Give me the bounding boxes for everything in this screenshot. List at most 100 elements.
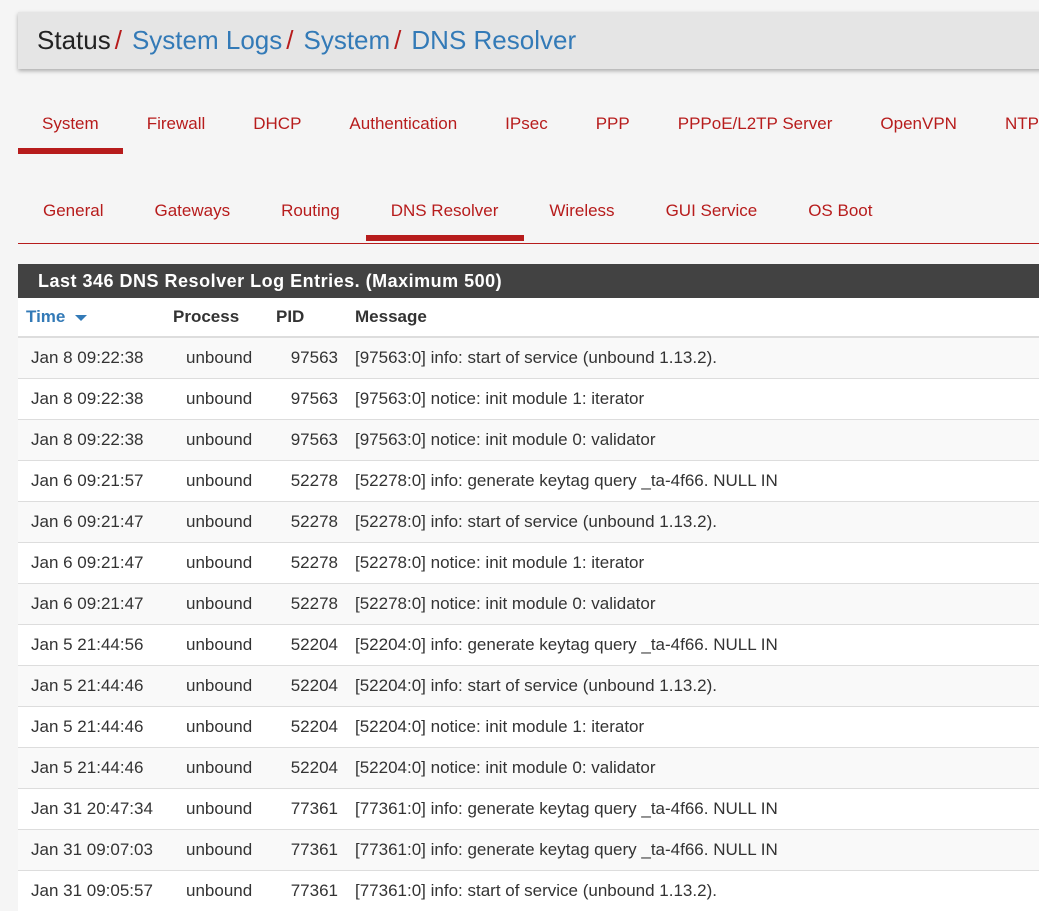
tab-pppoe-l2tp-server[interactable]: PPPoE/L2TP Server <box>654 114 857 134</box>
cell-process: unbound <box>173 543 276 584</box>
column-time-label: Time <box>26 307 65 326</box>
breadcrumb: Status/System Logs/System/DNS Resolver <box>18 12 1039 69</box>
column-pid[interactable]: PID <box>276 298 355 337</box>
cell-message: [77361:0] info: generate keytag query _t… <box>355 830 1039 871</box>
cell-process: unbound <box>173 625 276 666</box>
table-row: Jan 5 21:44:46unbound52204[52204:0] info… <box>18 666 1039 707</box>
subtab-general[interactable]: General <box>18 201 129 221</box>
log-panel: Last 346 DNS Resolver Log Entries. (Maxi… <box>18 264 1039 911</box>
cell-pid: 77361 <box>276 789 355 830</box>
cell-time: Jan 31 09:05:57 <box>18 871 173 911</box>
cell-message: [97563:0] notice: init module 1: iterato… <box>355 379 1039 420</box>
cell-pid: 97563 <box>276 337 355 379</box>
cell-message: [52278:0] notice: init module 1: iterato… <box>355 543 1039 584</box>
breadcrumb-system[interactable]: System <box>303 25 390 55</box>
cell-message: [77361:0] info: start of service (unboun… <box>355 871 1039 911</box>
tab-firewall[interactable]: Firewall <box>123 114 230 134</box>
cell-pid: 52278 <box>276 502 355 543</box>
cell-message: [52278:0] info: generate keytag query _t… <box>355 461 1039 502</box>
cell-time: Jan 8 09:22:38 <box>18 379 173 420</box>
cell-process: unbound <box>173 584 276 625</box>
tab-authentication[interactable]: Authentication <box>325 114 481 134</box>
cell-process: unbound <box>173 337 276 379</box>
cell-message: [97563:0] notice: init module 0: validat… <box>355 420 1039 461</box>
cell-message: [52204:0] info: start of service (unboun… <box>355 666 1039 707</box>
cell-pid: 77361 <box>276 871 355 911</box>
breadcrumb-separator: / <box>115 25 122 55</box>
cell-pid: 52204 <box>276 748 355 789</box>
cell-time: Jan 5 21:44:46 <box>18 748 173 789</box>
cell-process: unbound <box>173 707 276 748</box>
breadcrumb-separator: / <box>286 25 293 55</box>
table-row: Jan 6 09:21:47unbound52278[52278:0] noti… <box>18 584 1039 625</box>
cell-process: unbound <box>173 871 276 911</box>
cell-time: Jan 6 09:21:47 <box>18 543 173 584</box>
cell-pid: 97563 <box>276 379 355 420</box>
tab-ppp[interactable]: PPP <box>572 114 654 134</box>
cell-pid: 52204 <box>276 707 355 748</box>
cell-process: unbound <box>173 830 276 871</box>
cell-process: unbound <box>173 420 276 461</box>
cell-time: Jan 8 09:22:38 <box>18 337 173 379</box>
subtab-gateways[interactable]: Gateways <box>129 201 256 221</box>
breadcrumb-separator: / <box>394 25 401 55</box>
log-table: Time Process PID Message Jan 8 09:22:38u… <box>18 298 1039 911</box>
cell-pid: 97563 <box>276 420 355 461</box>
table-row: Jan 31 20:47:34unbound77361[77361:0] inf… <box>18 789 1039 830</box>
subtab-routing[interactable]: Routing <box>256 201 366 221</box>
table-row: Jan 6 09:21:57unbound52278[52278:0] info… <box>18 461 1039 502</box>
tab-ipsec[interactable]: IPsec <box>481 114 572 134</box>
breadcrumb-system-logs[interactable]: System Logs <box>132 25 282 55</box>
table-row: Jan 6 09:21:47unbound52278[52278:0] noti… <box>18 543 1039 584</box>
log-subtabs: GeneralGatewaysRoutingDNS ResolverWirele… <box>18 201 1039 244</box>
breadcrumb-status: Status <box>37 25 111 55</box>
table-row: Jan 8 09:22:38unbound97563[97563:0] noti… <box>18 420 1039 461</box>
table-row: Jan 31 09:07:03unbound77361[77361:0] inf… <box>18 830 1039 871</box>
cell-process: unbound <box>173 748 276 789</box>
table-row: Jan 31 09:05:57unbound77361[77361:0] inf… <box>18 871 1039 911</box>
cell-process: unbound <box>173 666 276 707</box>
subtab-dns-resolver[interactable]: DNS Resolver <box>366 201 525 221</box>
tab-openvpn[interactable]: OpenVPN <box>856 114 981 134</box>
cell-time: Jan 31 20:47:34 <box>18 789 173 830</box>
column-time[interactable]: Time <box>18 298 173 337</box>
caret-down-icon <box>75 315 87 321</box>
cell-pid: 52204 <box>276 625 355 666</box>
subtab-os-boot[interactable]: OS Boot <box>783 201 898 221</box>
table-row: Jan 6 09:21:47unbound52278[52278:0] info… <box>18 502 1039 543</box>
cell-process: unbound <box>173 502 276 543</box>
cell-message: [77361:0] info: generate keytag query _t… <box>355 789 1039 830</box>
cell-message: [52204:0] notice: init module 0: validat… <box>355 748 1039 789</box>
cell-pid: 77361 <box>276 830 355 871</box>
cell-process: unbound <box>173 461 276 502</box>
cell-time: Jan 6 09:21:47 <box>18 584 173 625</box>
subtab-wireless[interactable]: Wireless <box>524 201 640 221</box>
table-row: Jan 5 21:44:46unbound52204[52204:0] noti… <box>18 748 1039 789</box>
table-row: Jan 8 09:22:38unbound97563[97563:0] info… <box>18 337 1039 379</box>
cell-message: [52204:0] notice: init module 1: iterato… <box>355 707 1039 748</box>
cell-time: Jan 5 21:44:56 <box>18 625 173 666</box>
subtab-gui-service[interactable]: GUI Service <box>641 201 784 221</box>
cell-time: Jan 5 21:44:46 <box>18 666 173 707</box>
cell-pid: 52204 <box>276 666 355 707</box>
cell-pid: 52278 <box>276 584 355 625</box>
breadcrumb-dns-resolver[interactable]: DNS Resolver <box>411 25 576 55</box>
tab-dhcp[interactable]: DHCP <box>229 114 325 134</box>
cell-message: [52278:0] notice: init module 0: validat… <box>355 584 1039 625</box>
column-process[interactable]: Process <box>173 298 276 337</box>
tab-ntp[interactable]: NTP <box>981 114 1039 134</box>
cell-process: unbound <box>173 789 276 830</box>
cell-time: Jan 8 09:22:38 <box>18 420 173 461</box>
cell-message: [52204:0] info: generate keytag query _t… <box>355 625 1039 666</box>
cell-time: Jan 5 21:44:46 <box>18 707 173 748</box>
tab-system[interactable]: System <box>18 114 123 134</box>
cell-time: Jan 31 09:07:03 <box>18 830 173 871</box>
cell-time: Jan 6 09:21:57 <box>18 461 173 502</box>
table-row: Jan 8 09:22:38unbound97563[97563:0] noti… <box>18 379 1039 420</box>
cell-time: Jan 6 09:21:47 <box>18 502 173 543</box>
column-message[interactable]: Message <box>355 298 1039 337</box>
cell-pid: 52278 <box>276 543 355 584</box>
cell-message: [97563:0] info: start of service (unboun… <box>355 337 1039 379</box>
cell-message: [52278:0] info: start of service (unboun… <box>355 502 1039 543</box>
panel-title: Last 346 DNS Resolver Log Entries. (Maxi… <box>18 264 1039 298</box>
